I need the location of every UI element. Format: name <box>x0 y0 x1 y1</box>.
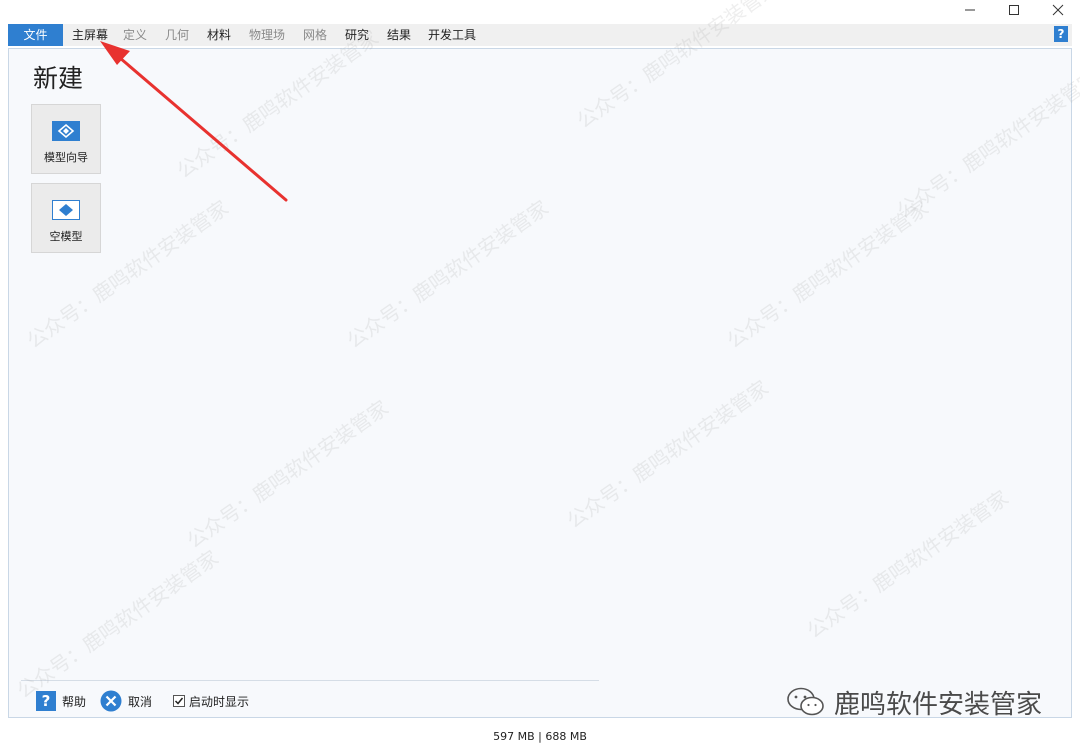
help-button[interactable]: ? 帮助 <box>36 689 86 713</box>
checkbox[interactable] <box>173 695 185 707</box>
tab-materials[interactable]: 材料 <box>204 24 234 46</box>
minimize-button[interactable] <box>948 0 992 20</box>
show-on-startup-label: 启动时显示 <box>189 694 250 709</box>
status-bar: 597 MB | 688 MB <box>0 724 1080 750</box>
help-icon[interactable]: ? <box>1054 26 1068 42</box>
new-model-panel: 新建 模型向导 空模型 ? 帮助 取消 启动时显示 <box>8 48 1072 718</box>
checkmark-icon <box>174 697 184 705</box>
page-title: 新建 <box>33 64 84 93</box>
help-label: 帮助 <box>62 694 87 709</box>
tab-developer[interactable]: 开发工具 <box>426 24 478 46</box>
cancel-label: 取消 <box>128 694 153 709</box>
tab-study[interactable]: 研究 <box>342 24 372 46</box>
tile-label: 模型向导 <box>44 151 88 164</box>
close-icon <box>1052 4 1064 16</box>
ribbon-tab-bar: 文件 主屏幕 定义 几何 材料 物理场 网格 研究 结果 开发工具 ? <box>8 24 1072 46</box>
blank-model-icon <box>52 200 80 220</box>
tab-definitions[interactable]: 定义 <box>120 24 150 46</box>
maximize-button[interactable] <box>992 0 1036 20</box>
tile-label: 空模型 <box>49 230 83 243</box>
minimize-icon <box>965 9 975 11</box>
footer-divider <box>21 680 599 681</box>
cancel-button[interactable]: 取消 <box>100 689 152 713</box>
wechat-icon <box>787 687 824 716</box>
model-wizard-icon <box>52 121 80 141</box>
help-icon: ? <box>36 691 56 711</box>
tab-file[interactable]: 文件 <box>8 24 63 46</box>
tab-physics[interactable]: 物理场 <box>246 24 288 46</box>
tab-mesh[interactable]: 网格 <box>300 24 330 46</box>
brand-watermark: 鹿鸣软件安装管家 <box>786 684 1042 720</box>
title-bar <box>0 0 1080 20</box>
show-on-startup-checkbox[interactable]: 启动时显示 <box>173 689 249 713</box>
tab-geometry[interactable]: 几何 <box>162 24 192 46</box>
memory-usage: 597 MB | 688 MB <box>493 730 587 743</box>
close-button[interactable] <box>1036 0 1080 20</box>
model-wizard-button[interactable]: 模型向导 <box>31 104 101 174</box>
blank-model-button[interactable]: 空模型 <box>31 183 101 253</box>
tab-results[interactable]: 结果 <box>384 24 414 46</box>
window-controls <box>948 0 1080 20</box>
brand-text: 鹿鸣软件安装管家 <box>834 689 1043 720</box>
cancel-icon <box>100 690 122 712</box>
maximize-icon <box>1009 5 1019 15</box>
tab-home[interactable]: 主屏幕 <box>70 24 110 46</box>
